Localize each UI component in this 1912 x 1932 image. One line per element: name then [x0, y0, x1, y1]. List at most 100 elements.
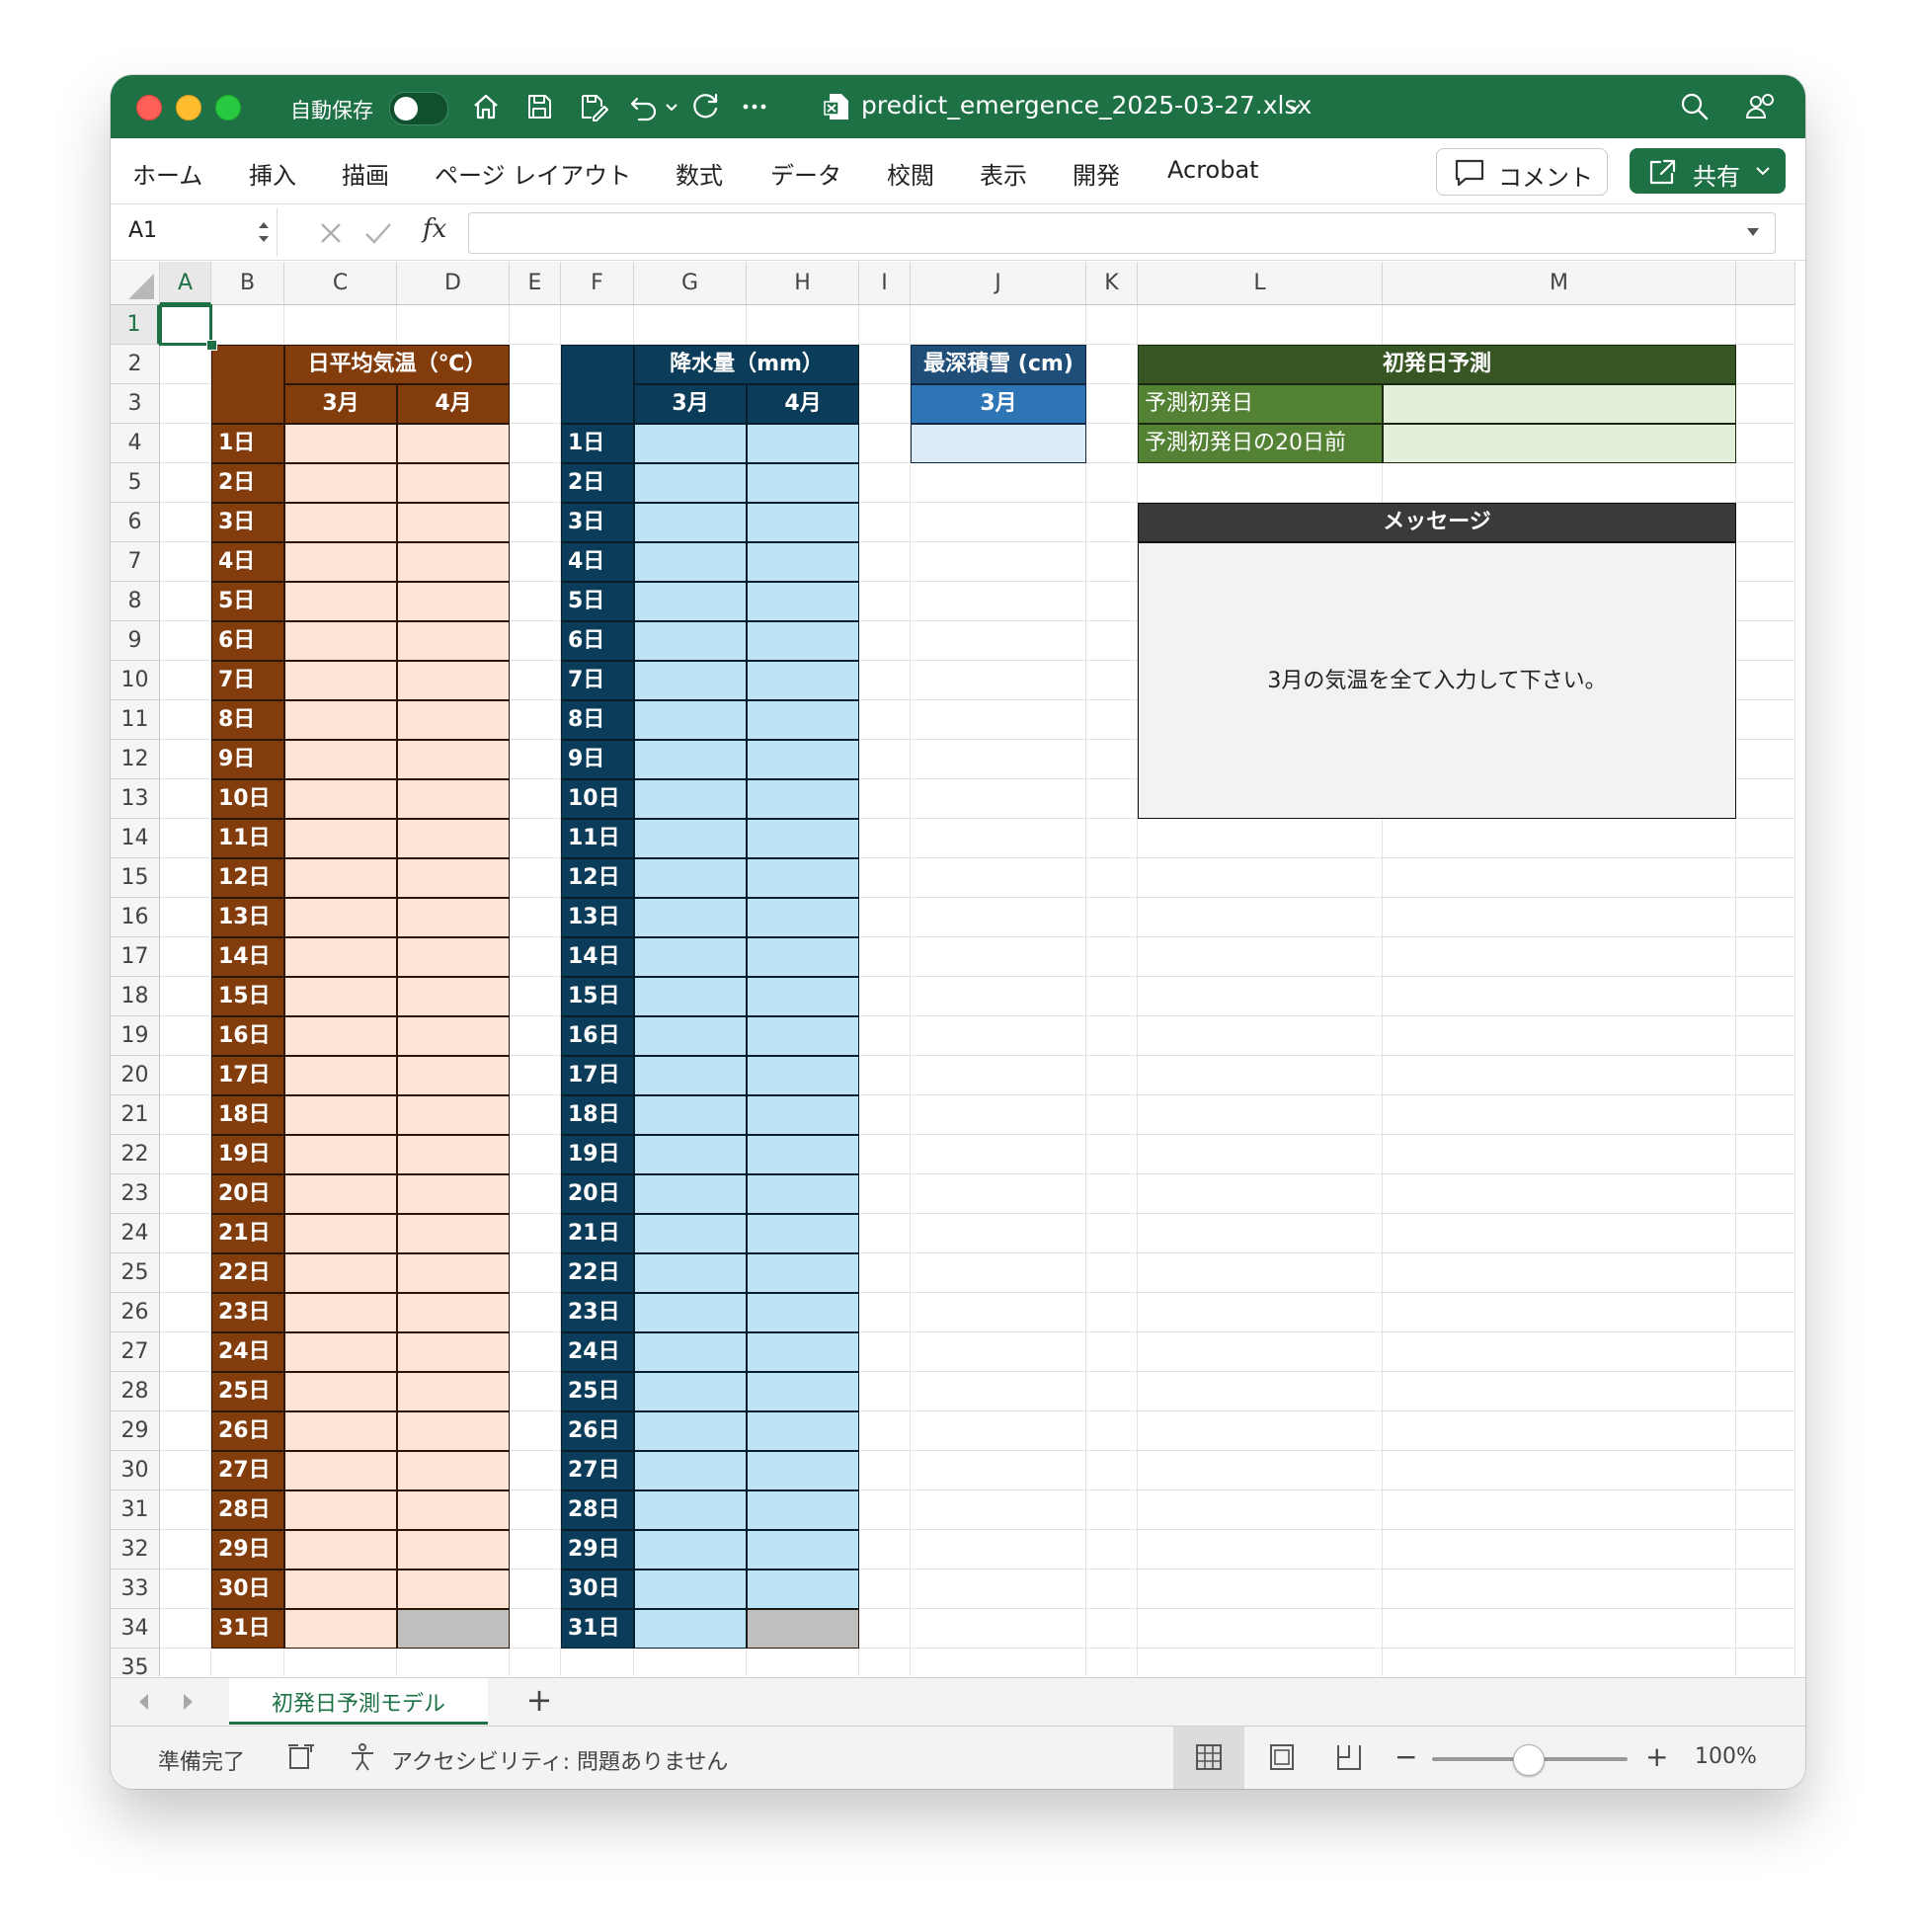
grid-cell[interactable] [1736, 1174, 1795, 1214]
grid-cell[interactable] [1086, 779, 1138, 819]
grid-cell[interactable] [1086, 1016, 1138, 1056]
rain-march-cell[interactable] [634, 1530, 747, 1570]
autosave-toggle[interactable] [389, 92, 448, 125]
rain-april-cell[interactable] [747, 858, 859, 898]
row-header[interactable]: 16 [111, 898, 160, 937]
grid-cell[interactable] [160, 621, 211, 661]
temp-april-cell[interactable] [397, 424, 510, 463]
temp-april-cell[interactable] [397, 1372, 510, 1411]
grid-cell[interactable] [160, 858, 211, 898]
grid-cell[interactable] [1736, 1490, 1795, 1530]
rain-april-cell[interactable] [747, 1056, 859, 1095]
insert-function-icon[interactable]: fx [423, 214, 446, 244]
status-accessibility[interactable]: アクセシビリティ: 問題ありません [391, 1744, 728, 1776]
column-header-d[interactable]: D [397, 262, 510, 305]
grid-cell[interactable] [1383, 305, 1736, 345]
sheet-tab-active[interactable]: 初発日予測モデル [229, 1678, 488, 1725]
grid-cell[interactable] [1086, 740, 1138, 779]
grid-cell[interactable] [510, 661, 561, 700]
tab-insert[interactable]: 挿入 [249, 156, 296, 191]
grid-cell[interactable] [1086, 977, 1138, 1016]
temp-april-cell[interactable] [397, 1570, 510, 1609]
file-name[interactable]: predict_emergence_2025-03-27.xlsx [861, 91, 1312, 120]
rain-march-cell[interactable] [634, 937, 747, 977]
grid-cell[interactable] [510, 463, 561, 503]
rain-april-cell[interactable] [747, 1293, 859, 1332]
grid-cell[interactable] [1383, 1490, 1736, 1530]
grid-cell[interactable] [859, 1530, 911, 1570]
temp-march-cell[interactable] [284, 1293, 397, 1332]
temp-april-cell[interactable] [397, 1214, 510, 1253]
row-header[interactable]: 11 [111, 700, 160, 740]
temp-march-cell[interactable] [284, 463, 397, 503]
rain-march-cell[interactable] [634, 463, 747, 503]
column-header-f[interactable]: F [561, 262, 634, 305]
grid-cell[interactable] [510, 1056, 561, 1095]
grid-cell[interactable] [160, 542, 211, 582]
temp-april-cell[interactable] [397, 503, 510, 542]
grid-cell[interactable] [634, 305, 747, 345]
rain-april-cell[interactable] [747, 621, 859, 661]
grid-cell[interactable] [1736, 503, 1795, 542]
grid-cell[interactable] [1086, 305, 1138, 345]
rain-march-cell[interactable] [634, 1016, 747, 1056]
temp-march-cell[interactable] [284, 898, 397, 937]
grid-cell[interactable] [160, 1135, 211, 1174]
snow-value-cell[interactable] [911, 424, 1086, 463]
grid-cell[interactable] [859, 345, 911, 384]
grid-cell[interactable] [1086, 819, 1138, 858]
temp-april-cell[interactable] [397, 1332, 510, 1372]
grid-cell[interactable] [911, 1095, 1086, 1135]
grid-cell[interactable] [160, 1570, 211, 1609]
grid-cell[interactable] [160, 503, 211, 542]
temp-march-cell[interactable] [284, 424, 397, 463]
grid-cell[interactable] [1138, 1135, 1383, 1174]
grid-cell[interactable] [160, 1174, 211, 1214]
grid-cell[interactable] [1736, 740, 1795, 779]
column-header-b[interactable]: B [211, 262, 284, 305]
rain-april-cell[interactable] [747, 1135, 859, 1174]
temp-april-cell[interactable] [397, 1451, 510, 1490]
rain-april-cell[interactable] [747, 1253, 859, 1293]
grid-cell[interactable] [859, 1095, 911, 1135]
grid-cell[interactable] [1138, 1411, 1383, 1451]
grid-cell[interactable] [911, 582, 1086, 621]
grid-cell[interactable] [1736, 1649, 1795, 1676]
grid-cell[interactable] [160, 384, 211, 424]
tab-review[interactable]: 校閲 [887, 156, 934, 191]
rain-april-cell[interactable] [747, 740, 859, 779]
row-header[interactable]: 4 [111, 424, 160, 463]
grid-cell[interactable] [634, 1649, 747, 1676]
grid-cell[interactable] [160, 345, 211, 384]
grid-cell[interactable] [1086, 1174, 1138, 1214]
grid-cell[interactable] [859, 898, 911, 937]
temp-march-cell[interactable] [284, 1135, 397, 1174]
grid-cell[interactable] [1086, 1530, 1138, 1570]
temp-march-cell[interactable] [284, 1609, 397, 1649]
rain-april-cell[interactable] [747, 1174, 859, 1214]
rain-march-cell[interactable] [634, 661, 747, 700]
temp-april-cell[interactable] [397, 977, 510, 1016]
grid-cell[interactable] [160, 819, 211, 858]
temp-april-cell[interactable] [397, 1530, 510, 1570]
column-header-i[interactable]: I [859, 262, 911, 305]
row-header[interactable]: 9 [111, 621, 160, 661]
grid-cell[interactable] [1086, 384, 1138, 424]
rain-april-cell[interactable] [747, 1451, 859, 1490]
temp-april-cell[interactable] [397, 1056, 510, 1095]
temp-march-cell[interactable] [284, 1451, 397, 1490]
grid-cell[interactable] [160, 582, 211, 621]
grid-cell[interactable] [911, 1490, 1086, 1530]
grid-cell[interactable] [160, 1411, 211, 1451]
column-header-c[interactable]: C [284, 262, 397, 305]
grid-cell[interactable] [911, 1253, 1086, 1293]
grid-cell[interactable] [1736, 1372, 1795, 1411]
grid-cell[interactable] [911, 1649, 1086, 1676]
grid-cell[interactable] [859, 1372, 911, 1411]
zoom-slider-handle[interactable] [1513, 1744, 1545, 1776]
grid-cell[interactable] [859, 384, 911, 424]
temp-march-cell[interactable] [284, 1056, 397, 1095]
grid-cell[interactable] [160, 424, 211, 463]
rain-march-cell[interactable] [634, 1451, 747, 1490]
rain-april-cell[interactable] [747, 542, 859, 582]
